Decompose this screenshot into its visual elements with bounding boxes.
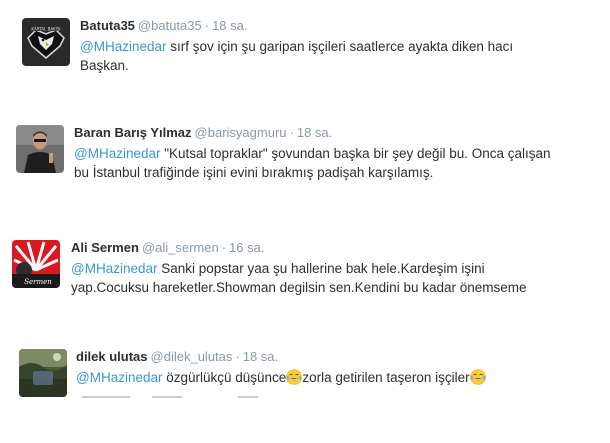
- tweet-text-line1: "Kutsal topraklar" şovundan başka bir şe…: [160, 146, 551, 161]
- timestamp[interactable]: 16 sa.: [229, 240, 264, 255]
- separator: ·: [289, 125, 294, 140]
- tweet-text-line1: Sanki popstar yaa şu hallerine bak hele.…: [157, 261, 485, 276]
- user-photo-icon: [16, 125, 64, 173]
- tweet-text-line2: bu İstanbul trafiğinde işini evini bırak…: [74, 165, 434, 180]
- eagle-logo-icon: KARTAL BAKIŞI: [22, 18, 70, 66]
- timestamp[interactable]: 18 sa.: [212, 18, 247, 33]
- avatar[interactable]: KARTAL BAKIŞI: [22, 18, 70, 66]
- tweet: Baran Barış Yılmaz @barisyagmuru · 18 sa. @…: [16, 125, 606, 185]
- avatar-text: Sermen: [24, 278, 52, 286]
- party-logo-icon: Sermen: [12, 240, 60, 288]
- user-name[interactable]: Ali Sermen: [71, 240, 139, 255]
- timestamp[interactable]: 18 sa.: [243, 349, 278, 364]
- tweet-header: Ali Sermen @ali_sermen · 16 sa.: [71, 240, 527, 255]
- avatar-text: KARTAL BAKIŞI: [31, 27, 60, 32]
- tweet-header: Baran Barış Yılmaz @barisyagmuru · 18 sa.: [74, 125, 551, 140]
- tweet-text-part-b: zorla getirilen taşeron işçiler: [302, 370, 470, 385]
- mention-link[interactable]: @MHazinedar: [76, 370, 162, 385]
- mention-link[interactable]: @MHazinedar: [74, 146, 160, 161]
- tweet-header: Batuta35 @batuta35 · 18 sa.: [80, 18, 513, 33]
- tweet: Sermen Ali Sermen @ali_sermen · 16 sa. @MHa…: [12, 240, 606, 300]
- user-handle[interactable]: @barisyagmuru: [195, 125, 287, 140]
- cropped-text-fragment: [238, 396, 258, 398]
- user-handle[interactable]: @batuta35: [138, 18, 202, 33]
- cropped-area: [0, 398, 610, 443]
- tweet-text: @MHazinedar özgürlükçü düşünce zorla get…: [76, 368, 486, 387]
- separator: ·: [221, 240, 227, 255]
- face-with-tears-of-joy-icon: [286, 369, 303, 385]
- avatar[interactable]: Sermen: [12, 240, 60, 288]
- mention-link[interactable]: @MHazinedar: [80, 39, 166, 54]
- user-handle[interactable]: @dilek_ulutas: [151, 349, 233, 364]
- user-name[interactable]: Batuta35: [80, 18, 135, 33]
- avatar[interactable]: [16, 125, 64, 173]
- tweet: KARTAL BAKIŞI Batuta35 @batuta35 · 18 sa. @…: [22, 18, 602, 78]
- mention-link[interactable]: @MHazinedar: [71, 261, 157, 276]
- tweet-text: @MHazinedar sırf şov için şu garipan işç…: [80, 37, 513, 75]
- tweet-text-line2: Başkan.: [80, 58, 129, 73]
- avatar[interactable]: [19, 349, 67, 397]
- user-handle[interactable]: @ali_sermen: [142, 240, 219, 255]
- separator: ·: [235, 349, 240, 364]
- separator: ·: [204, 18, 210, 33]
- user-name[interactable]: dilek ulutas: [76, 349, 148, 364]
- nature-photo-icon: [19, 349, 67, 397]
- tweet-text-part-a: özgürlükçü düşünce: [162, 370, 287, 385]
- tweet: dilek ulutas @dilek_ulutas · 18 sa. @MHazin…: [19, 349, 609, 398]
- cropped-text-fragment: [82, 396, 130, 398]
- face-with-tears-of-joy-icon: [469, 369, 486, 385]
- timestamp[interactable]: 18 sa.: [297, 125, 332, 140]
- cropped-text-fragment: [152, 396, 182, 398]
- tweet-text: @MHazinedar "Kutsal topraklar" şovundan …: [74, 144, 551, 182]
- tweet-header: dilek ulutas @dilek_ulutas · 18 sa.: [76, 349, 486, 364]
- tweet-text: @MHazinedar Sanki popstar yaa şu halleri…: [71, 259, 527, 297]
- tweet-text-line1: sırf şov için şu garipan işçileri saatle…: [166, 39, 514, 54]
- tweet-text-line2: yap.Cocuksu hareketler.Showman degilsin …: [71, 280, 527, 295]
- user-name[interactable]: Baran Barış Yılmaz: [74, 125, 192, 140]
